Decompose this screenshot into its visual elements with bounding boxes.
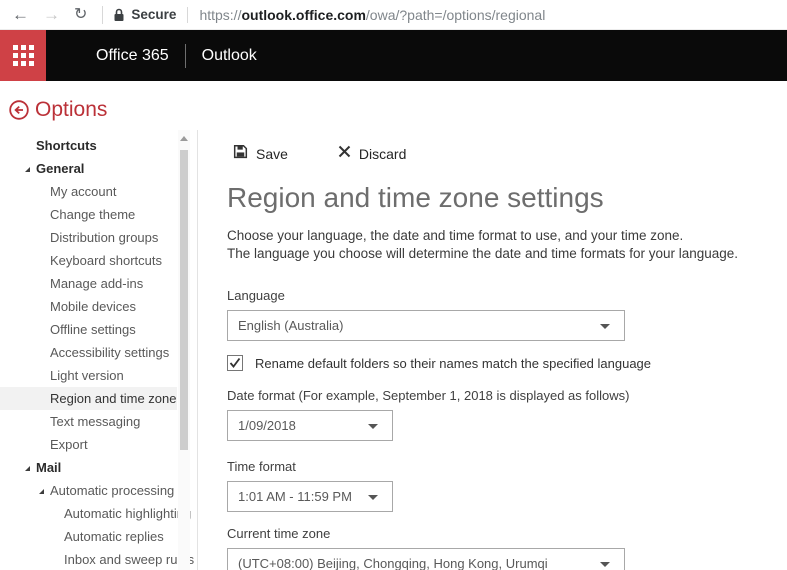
description-line: The language you choose will determine t… <box>227 245 787 263</box>
language-select[interactable]: English (Australia) <box>227 310 625 341</box>
chevron-down-icon <box>368 424 378 429</box>
waffle-icon <box>13 45 34 66</box>
sidebar-item-change-theme[interactable]: Change theme <box>0 203 177 226</box>
security-label: Secure <box>131 7 176 22</box>
office-365-link[interactable]: Office 365 <box>96 47 169 65</box>
time-zone-selected-value: (UTC+08:00) Beijing, Chongqing, Hong Kon… <box>228 556 548 570</box>
sidebar-scrollbar[interactable] <box>178 130 190 570</box>
lock-icon <box>113 8 125 22</box>
settings-toolbar: Save Discard <box>227 144 787 164</box>
chevron-down-icon <box>368 495 378 500</box>
sidebar-item-inbox-and-sweep-rules[interactable]: Inbox and sweep rules <box>0 548 177 570</box>
url-scheme: https:// <box>199 7 241 23</box>
scrollbar-thumb[interactable] <box>180 150 188 450</box>
sidebar-item-shortcuts[interactable]: Shortcuts <box>0 134 177 157</box>
expand-triangle-icon <box>39 489 44 494</box>
outlook-link[interactable]: Outlook <box>202 47 257 65</box>
sidebar-item-automatic-processing[interactable]: Automatic processing <box>0 479 177 502</box>
browser-refresh-icon[interactable]: ↻ <box>67 7 94 23</box>
sidebar-item-distribution-groups[interactable]: Distribution groups <box>0 226 177 249</box>
sidebar-item-automatic-highlighting[interactable]: Automatic highlighting <box>0 502 177 525</box>
address-url[interactable]: https://outlook.office.com/owa/?path=/op… <box>199 7 545 23</box>
chevron-down-icon <box>600 562 610 567</box>
sidebar-item-light-version[interactable]: Light version <box>0 364 177 387</box>
save-button-label: Save <box>256 146 288 162</box>
page-description: Choose your language, the date and time … <box>227 227 787 263</box>
discard-button-label: Discard <box>359 146 406 162</box>
app-launcher-button[interactable] <box>0 30 46 81</box>
options-header: Options <box>8 98 107 122</box>
url-path: /owa/?path=/options/regional <box>366 7 545 23</box>
rename-folders-row: Rename default folders so their names ma… <box>227 355 787 371</box>
time-zone-label: Current time zone <box>227 526 787 541</box>
date-format-selected-value: 1/09/2018 <box>228 418 296 433</box>
sidebar-item-export[interactable]: Export <box>0 433 177 456</box>
discard-button[interactable]: Discard <box>338 145 406 163</box>
region-settings-panel: Save Discard Region and time zone settin… <box>198 130 787 570</box>
time-format-select[interactable]: 1:01 AM - 11:59 PM <box>227 481 393 512</box>
sidebar-item-text-messaging[interactable]: Text messaging <box>0 410 177 433</box>
time-zone-select[interactable]: (UTC+08:00) Beijing, Chongqing, Hong Kon… <box>227 548 625 570</box>
date-format-select[interactable]: 1/09/2018 <box>227 410 393 441</box>
secure-divider <box>187 7 188 23</box>
description-line: Choose your language, the date and time … <box>227 227 787 245</box>
rename-folders-checkbox[interactable] <box>227 355 243 371</box>
options-nav-sidebar: Shortcuts General My account Change them… <box>0 134 177 570</box>
date-format-label: Date format (For example, September 1, 2… <box>227 388 787 403</box>
address-bar-divider <box>102 6 103 24</box>
owa-options-screen: ← → ↻ Secure https://outlook.office.com/… <box>0 0 787 570</box>
time-format-selected-value: 1:01 AM - 11:59 PM <box>228 489 352 504</box>
rename-folders-label: Rename default folders so their names ma… <box>255 356 651 371</box>
sidebar-item-my-account[interactable]: My account <box>0 180 177 203</box>
sidebar-item-mobile-devices[interactable]: Mobile devices <box>0 295 177 318</box>
back-to-mail-button[interactable] <box>8 99 30 121</box>
expand-triangle-icon <box>25 167 30 172</box>
discard-x-icon <box>338 145 351 163</box>
sidebar-item-general[interactable]: General <box>0 157 177 180</box>
sidebar-item-keyboard-shortcuts[interactable]: Keyboard shortcuts <box>0 249 177 272</box>
page-title: Region and time zone settings <box>227 182 787 214</box>
sidebar-item-region-and-time-zone[interactable]: Region and time zone <box>0 387 177 410</box>
browser-forward-icon[interactable]: → <box>36 6 67 23</box>
sidebar-item-accessibility-settings[interactable]: Accessibility settings <box>0 341 177 364</box>
sidebar-item-mail[interactable]: Mail <box>0 456 177 479</box>
header-divider <box>185 44 186 68</box>
time-format-label: Time format <box>227 459 787 474</box>
url-host: outlook.office.com <box>241 7 365 23</box>
browser-back-icon[interactable]: ← <box>5 6 36 23</box>
save-floppy-icon <box>233 144 248 164</box>
expand-triangle-icon <box>25 466 30 471</box>
language-selected-value: English (Australia) <box>228 318 344 333</box>
chevron-down-icon <box>600 324 610 329</box>
language-label: Language <box>227 288 787 303</box>
save-button[interactable]: Save <box>233 144 288 164</box>
options-page-title: Options <box>35 98 107 122</box>
office-header: Office 365 Outlook <box>0 30 787 81</box>
sidebar-item-automatic-replies[interactable]: Automatic replies <box>0 525 177 548</box>
sidebar-item-manage-add-ins[interactable]: Manage add-ins <box>0 272 177 295</box>
browser-toolbar: ← → ↻ Secure https://outlook.office.com/… <box>0 0 787 30</box>
sidebar-item-offline-settings[interactable]: Offline settings <box>0 318 177 341</box>
scrollbar-up-arrow-icon[interactable] <box>180 136 188 141</box>
